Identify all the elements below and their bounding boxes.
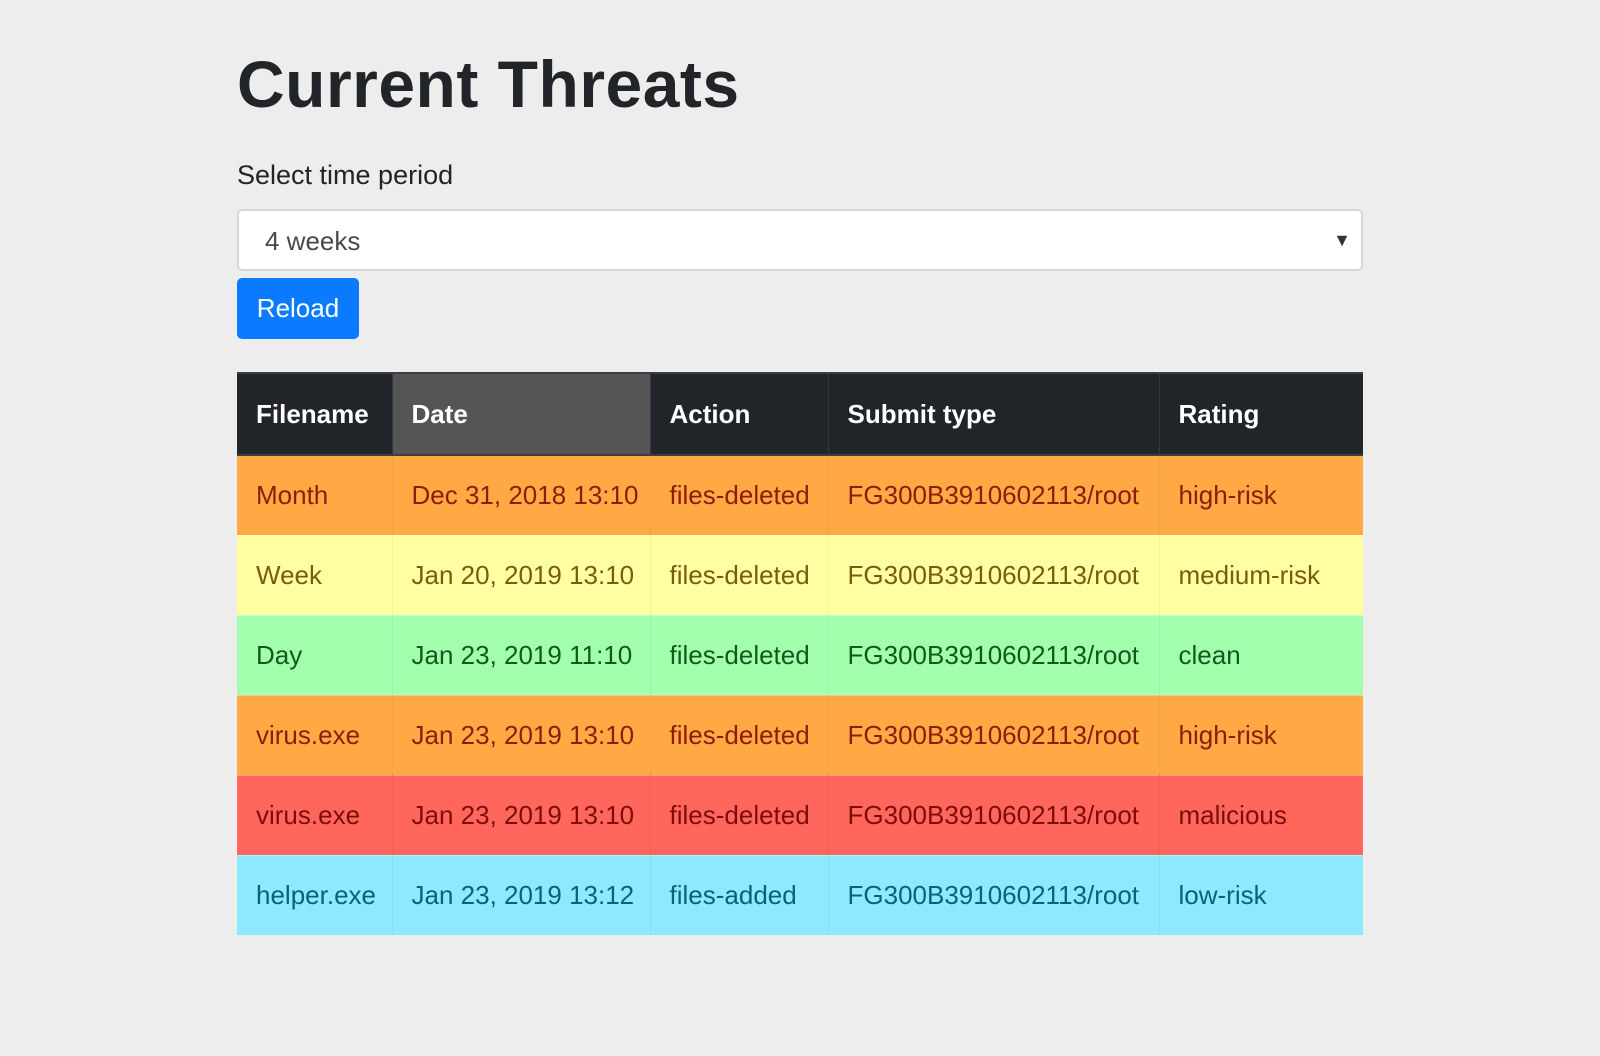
- table-row: Month Dec 31, 2018 13:10 files-deleted FG30…: [237, 454, 1363, 535]
- cell-action: files-added: [650, 854, 829, 935]
- column-header-rating[interactable]: Rating: [1159, 372, 1363, 456]
- cell-filename: Month: [237, 454, 393, 535]
- cell-filename: helper.exe: [237, 854, 393, 935]
- table-row: helper.exe Jan 23, 2019 13:12 files-added F…: [237, 854, 1363, 935]
- cell-rating: medium-risk: [1159, 534, 1363, 615]
- cell-filename: Day: [237, 614, 393, 695]
- time-period-selected-value: 4 weeks: [265, 226, 361, 256]
- cell-submit-type: FG300B3910602113/root: [828, 854, 1160, 935]
- threats-table: Filename Date Action Submit type Rating …: [237, 372, 1363, 935]
- column-header-action[interactable]: Action: [650, 372, 829, 456]
- cell-filename: Week: [237, 534, 393, 615]
- table-row: virus.exe Jan 23, 2019 13:10 files-deleted…: [237, 694, 1363, 775]
- column-header-filename[interactable]: Filename: [237, 372, 393, 456]
- table-row: Week Jan 20, 2019 13:10 files-deleted FG300…: [237, 534, 1363, 615]
- cell-submit-type: FG300B3910602113/root: [828, 534, 1160, 615]
- cell-rating: high-risk: [1159, 454, 1363, 535]
- cell-rating: low-risk: [1159, 854, 1363, 935]
- cell-date: Jan 23, 2019 13:12: [392, 854, 651, 935]
- cell-rating: high-risk: [1159, 694, 1363, 775]
- cell-action: files-deleted: [650, 694, 829, 775]
- time-period-label: Select time period: [237, 160, 454, 190]
- column-header-date[interactable]: Date: [392, 372, 651, 456]
- chevron-down-icon: ▼: [1333, 230, 1351, 250]
- table-row: Day Jan 23, 2019 11:10 files-deleted FG300B…: [237, 614, 1363, 695]
- cell-date: Jan 23, 2019 13:10: [392, 774, 651, 855]
- page-title: Current Threats: [237, 47, 740, 121]
- column-header-submit-type[interactable]: Submit type: [828, 372, 1160, 456]
- cell-rating: malicious: [1159, 774, 1363, 855]
- cell-date: Jan 20, 2019 13:10: [392, 534, 651, 615]
- cell-action: files-deleted: [650, 614, 829, 695]
- cell-filename: virus.exe: [237, 694, 393, 775]
- cell-date: Jan 23, 2019 11:10: [392, 614, 651, 695]
- cell-date: Jan 23, 2019 13:10: [392, 694, 651, 775]
- reload-button[interactable]: Reload: [237, 278, 359, 339]
- cell-filename: virus.exe: [237, 774, 393, 855]
- cell-rating: clean: [1159, 614, 1363, 695]
- cell-submit-type: FG300B3910602113/root: [828, 614, 1160, 695]
- cell-submit-type: FG300B3910602113/root: [828, 454, 1160, 535]
- time-period-select[interactable]: 4 weeks ▼: [237, 209, 1363, 271]
- cell-action: files-deleted: [650, 774, 829, 855]
- cell-submit-type: FG300B3910602113/root: [828, 694, 1160, 775]
- cell-action: files-deleted: [650, 534, 829, 615]
- table-header-row: Filename Date Action Submit type Rating: [237, 372, 1363, 456]
- table-row: virus.exe Jan 23, 2019 13:10 files-deleted…: [237, 774, 1363, 855]
- cell-date: Dec 31, 2018 13:10: [392, 454, 651, 535]
- cell-action: files-deleted: [650, 454, 829, 535]
- cell-submit-type: FG300B3910602113/root: [828, 774, 1160, 855]
